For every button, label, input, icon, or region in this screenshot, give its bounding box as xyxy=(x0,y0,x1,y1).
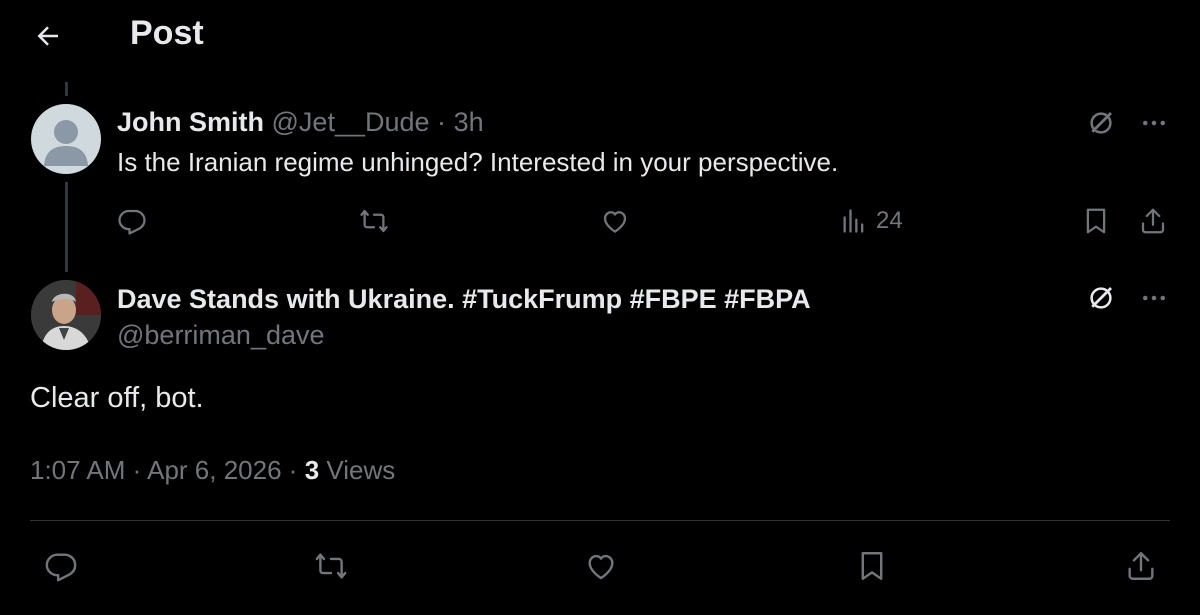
views-count: 3 xyxy=(304,455,320,485)
bookmark-button[interactable] xyxy=(1078,203,1114,239)
share-icon xyxy=(1141,208,1165,234)
avatar[interactable] xyxy=(31,104,101,174)
author-name[interactable]: John Smith xyxy=(117,107,264,137)
reply-icon xyxy=(45,553,77,582)
avatar[interactable] xyxy=(31,280,101,350)
views-metric[interactable]: 24 xyxy=(840,205,903,237)
author-name[interactable]: Dave Stands with Ukraine. #TuckFrump #FB… xyxy=(117,284,811,314)
meta-separator: · xyxy=(288,455,298,485)
more-icon xyxy=(1143,295,1165,301)
repost-button[interactable] xyxy=(311,546,351,586)
share-icon xyxy=(1128,552,1154,580)
reply-icon xyxy=(118,209,146,235)
meta-separator: · xyxy=(437,107,447,137)
post-meta: 1:07 AM · Apr 6, 2026 · 3 Views xyxy=(30,455,395,486)
reply-button[interactable] xyxy=(41,546,81,586)
arrow-left-icon xyxy=(37,26,58,46)
like-button[interactable] xyxy=(597,203,633,239)
post-text: Clear off, bot. xyxy=(30,382,204,414)
more-button[interactable] xyxy=(1136,281,1172,315)
default-avatar-icon xyxy=(44,120,88,166)
like-icon xyxy=(603,211,627,233)
author-handle[interactable]: @Jet__Dude xyxy=(272,107,430,137)
meta-separator: · xyxy=(132,455,142,485)
more-button[interactable] xyxy=(1136,106,1172,140)
page-title: Post xyxy=(130,14,204,52)
repost-button[interactable] xyxy=(356,203,392,239)
post-text: Is the Iranian regime unhinged? Interest… xyxy=(117,147,839,177)
repost-icon xyxy=(315,553,347,579)
views-icon xyxy=(843,209,864,233)
bookmark-icon xyxy=(861,552,883,580)
page-header: Post xyxy=(0,0,1200,70)
repost-icon xyxy=(360,209,388,233)
grok-icon xyxy=(1090,112,1112,134)
views-count: 24 xyxy=(876,207,903,234)
share-button[interactable] xyxy=(1121,546,1161,586)
parent-author-line: John Smith @Jet__Dude · 3h xyxy=(117,107,484,138)
post-time[interactable]: 3h xyxy=(454,107,484,137)
bookmark-button[interactable] xyxy=(852,546,892,586)
divider xyxy=(30,520,1170,521)
grok-icon xyxy=(1090,287,1112,309)
profile-photo xyxy=(31,280,101,350)
thread-line-top xyxy=(65,82,68,96)
grok-button[interactable] xyxy=(1084,106,1118,140)
post-date[interactable]: Apr 6, 2026 xyxy=(147,455,281,485)
author-handle[interactable]: @berriman_dave xyxy=(117,320,325,351)
like-icon xyxy=(588,554,614,580)
views-label: Views xyxy=(326,455,396,485)
grok-button[interactable] xyxy=(1084,281,1118,315)
bookmark-icon xyxy=(1086,208,1106,234)
like-button[interactable] xyxy=(581,546,621,586)
reply-button[interactable] xyxy=(114,203,150,239)
focal-author-name-line: Dave Stands with Ukraine. #TuckFrump #FB… xyxy=(117,284,811,315)
back-button[interactable] xyxy=(30,18,66,54)
more-icon xyxy=(1143,120,1165,126)
share-button[interactable] xyxy=(1135,203,1171,239)
thread-line xyxy=(65,182,68,272)
post-time[interactable]: 1:07 AM xyxy=(30,455,125,485)
